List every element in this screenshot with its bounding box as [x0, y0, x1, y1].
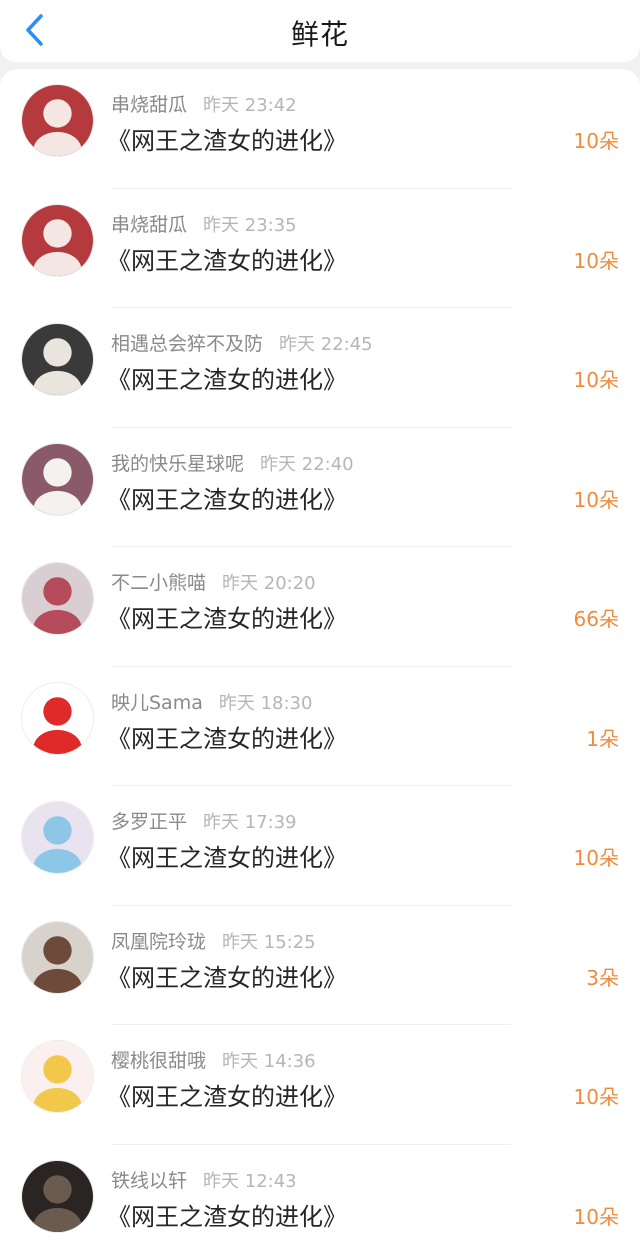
- record-meta: 凤凰院玲珑 昨天 15:25: [111, 927, 316, 954]
- timestamp: 昨天 14:36: [222, 1051, 316, 1072]
- username[interactable]: 铁线以轩: [111, 1170, 187, 1192]
- record-meta: 不二小熊喵 昨天 20:20: [111, 568, 316, 595]
- book-title[interactable]: 《网王之渣女的进化》: [107, 958, 347, 993]
- avatar-image-icon: [22, 204, 93, 276]
- flower-count: 10朵: [573, 248, 619, 273]
- username[interactable]: 樱桃很甜哦: [111, 1050, 206, 1072]
- avatar-image-icon: [22, 563, 93, 634]
- avatar[interactable]: [21, 681, 94, 755]
- timestamp: 昨天 22:45: [279, 334, 373, 355]
- record-meta: 多罗正平 昨天 17:39: [111, 807, 297, 834]
- avatar-image-icon: [22, 802, 93, 873]
- username[interactable]: 串烧甜瓜: [111, 214, 187, 236]
- avatar[interactable]: [21, 562, 94, 635]
- flower-count: 10朵: [573, 129, 619, 153]
- list-item[interactable]: 樱桃很甜哦 昨天 14:36 《网王之渣女的进化》 10朵: [0, 1025, 640, 1145]
- book-title[interactable]: 《网王之渣女的进化》: [107, 838, 347, 873]
- flower-count: 10朵: [573, 1085, 619, 1109]
- list-item[interactable]: 铁线以轩 昨天 12:43 《网王之渣女的进化》 10朵: [0, 1145, 640, 1260]
- list-item[interactable]: 串烧甜瓜 昨天 23:42 《网王之渣女的进化》 10朵: [0, 69, 640, 189]
- avatar[interactable]: [21, 920, 94, 994]
- flower-count: 10朵: [573, 368, 619, 392]
- avatar[interactable]: [21, 801, 94, 874]
- book-title[interactable]: 《网王之渣女的进化》: [107, 480, 347, 515]
- record-meta: 我的快乐星球呢 昨天 22:40: [111, 449, 354, 476]
- flower-count: 1朵: [586, 726, 619, 751]
- avatar[interactable]: [21, 1040, 94, 1113]
- username[interactable]: 多罗正平: [111, 811, 187, 833]
- flower-count: 10朵: [573, 1204, 619, 1229]
- avatar-image-icon: [22, 324, 93, 395]
- book-title[interactable]: 《网王之渣女的进化》: [107, 121, 347, 156]
- username[interactable]: 映儿Sama: [111, 692, 203, 714]
- record-meta: 串烧甜瓜 昨天 23:42: [111, 90, 297, 117]
- flower-count: 10朵: [573, 487, 619, 512]
- avatar-image-icon: [22, 921, 93, 993]
- avatar[interactable]: [21, 442, 94, 516]
- record-meta: 樱桃很甜哦 昨天 14:36: [111, 1046, 316, 1073]
- page-title: 鲜花: [290, 18, 349, 51]
- list-item[interactable]: 串烧甜瓜 昨天 23:35 《网王之渣女的进化》 10朵: [0, 189, 640, 308]
- flower-record-list: 串烧甜瓜 昨天 23:42 《网王之渣女的进化》 10朵 串烧甜瓜 昨天 23:35 《网王…: [0, 69, 640, 1260]
- timestamp: 昨天 12:43: [203, 1170, 297, 1192]
- avatar[interactable]: [21, 203, 94, 277]
- avatar-image-icon: [22, 1041, 93, 1112]
- book-title[interactable]: 《网王之渣女的进化》: [107, 360, 347, 395]
- list-item[interactable]: 我的快乐星球呢 昨天 22:40 《网王之渣女的进化》 10朵: [0, 428, 640, 547]
- timestamp: 昨天 15:25: [222, 931, 316, 953]
- username[interactable]: 不二小熊喵: [111, 572, 206, 594]
- username[interactable]: 凤凰院玲珑: [111, 931, 206, 953]
- timestamp: 昨天 17:39: [203, 812, 297, 833]
- list-item[interactable]: 相遇总会猝不及防 昨天 22:45 《网王之渣女的进化》 10朵: [0, 308, 640, 428]
- flower-count: 10朵: [573, 846, 619, 870]
- record-meta: 串烧甜瓜 昨天 23:35: [111, 210, 297, 237]
- avatar[interactable]: [21, 84, 94, 157]
- timestamp: 昨天 23:42: [203, 95, 297, 116]
- timestamp: 昨天 23:35: [203, 214, 297, 236]
- book-title[interactable]: 《网王之渣女的进化》: [107, 719, 347, 754]
- record-meta: 映儿Sama 昨天 18:30: [111, 688, 312, 715]
- timestamp: 昨天 22:40: [260, 453, 354, 475]
- book-title[interactable]: 《网王之渣女的进化》: [107, 1197, 347, 1232]
- list-item[interactable]: 凤凰院玲珑 昨天 15:25 《网王之渣女的进化》 3朵: [0, 906, 640, 1025]
- avatar[interactable]: [21, 1159, 94, 1233]
- book-title[interactable]: 《网王之渣女的进化》: [107, 599, 347, 634]
- username[interactable]: 串烧甜瓜: [111, 94, 187, 116]
- book-title[interactable]: 《网王之渣女的进化》: [107, 1077, 347, 1112]
- avatar-image-icon: [22, 443, 93, 515]
- flower-count: 3朵: [586, 965, 619, 990]
- avatar-image-icon: [22, 1160, 93, 1232]
- list-item[interactable]: 不二小熊喵 昨天 20:20 《网王之渣女的进化》 66朵: [0, 547, 640, 667]
- timestamp: 昨天 20:20: [222, 573, 316, 594]
- username[interactable]: 我的快乐星球呢: [111, 453, 244, 475]
- timestamp: 昨天 18:30: [218, 692, 313, 714]
- flower-count: 66朵: [573, 607, 619, 631]
- list-item[interactable]: 多罗正平 昨天 17:39 《网王之渣女的进化》 10朵: [0, 786, 640, 906]
- book-title[interactable]: 《网王之渣女的进化》: [107, 241, 347, 276]
- username[interactable]: 相遇总会猝不及防: [111, 333, 263, 355]
- avatar[interactable]: [21, 323, 94, 396]
- record-meta: 铁线以轩 昨天 12:43: [111, 1166, 297, 1193]
- record-meta: 相遇总会猝不及防 昨天 22:45: [111, 329, 373, 356]
- avatar-image-icon: [22, 682, 93, 754]
- top-nav-bar: 鲜花: [0, 0, 640, 62]
- list-item[interactable]: 映儿Sama 昨天 18:30 《网王之渣女的进化》 1朵: [0, 667, 640, 786]
- avatar-image-icon: [22, 85, 93, 156]
